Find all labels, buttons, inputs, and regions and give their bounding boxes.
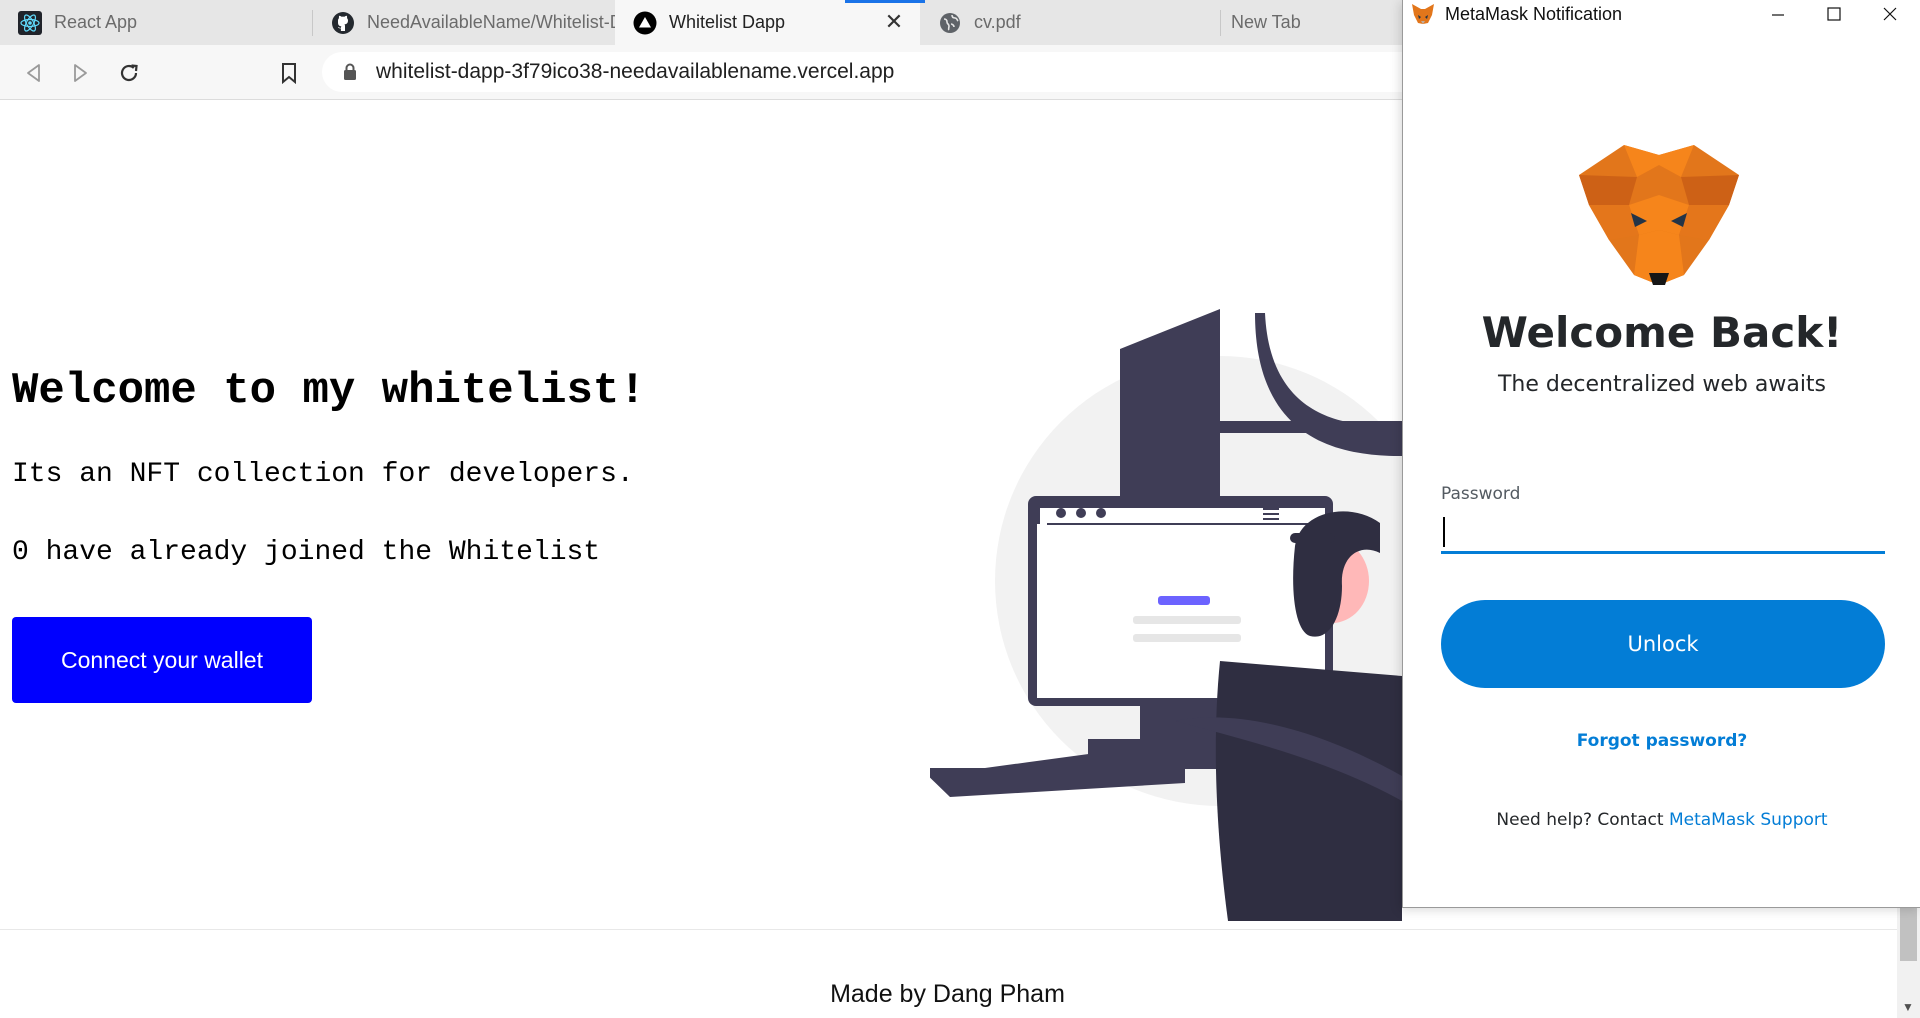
whitelist-count-text: 0 have already joined the Whitelist bbox=[12, 537, 601, 568]
metamask-subheading: The decentralized web awaits bbox=[1497, 372, 1827, 397]
footer-credit: Made by Dang Pham bbox=[830, 980, 1065, 1008]
metamask-support-link[interactable]: MetaMask Support bbox=[1669, 810, 1828, 830]
developer-illustration bbox=[930, 309, 1402, 921]
forgot-password-link[interactable]: Forgot password? bbox=[1403, 731, 1920, 751]
metamask-popup-window: MetaMask Notification Welcome Back! The … bbox=[1402, 0, 1920, 908]
bookmark-icon[interactable] bbox=[275, 59, 303, 87]
chrome-line bbox=[1047, 523, 1317, 525]
scrollbar-thumb[interactable] bbox=[1900, 905, 1917, 961]
menu-line bbox=[1263, 508, 1279, 510]
reload-icon[interactable] bbox=[115, 59, 143, 87]
close-window-icon[interactable] bbox=[1862, 0, 1918, 28]
minimize-icon[interactable] bbox=[1750, 0, 1806, 28]
unlock-button[interactable]: Unlock bbox=[1441, 600, 1885, 688]
text-cursor bbox=[1443, 517, 1445, 547]
screen-accent-bar bbox=[1158, 596, 1210, 605]
tab-new-tab[interactable]: New Tab bbox=[1221, 0, 1401, 45]
metamask-titlebar: MetaMask Notification bbox=[1403, 0, 1920, 28]
metamask-window-title: MetaMask Notification bbox=[1445, 3, 1623, 24]
window-dot bbox=[1076, 508, 1086, 518]
metamask-fox-small-icon bbox=[1411, 3, 1435, 25]
page-description: Its an NFT collection for developers. bbox=[12, 459, 634, 490]
address-bar[interactable]: whitelist-dapp-3f79ico38-needavailablena… bbox=[322, 52, 1422, 92]
window-dot bbox=[1096, 508, 1106, 518]
tab-react-app[interactable]: React App bbox=[0, 0, 312, 45]
lock-icon bbox=[340, 62, 360, 82]
back-icon[interactable] bbox=[20, 59, 48, 87]
scroll-down-arrow-icon[interactable]: ▼ bbox=[1902, 1000, 1914, 1014]
connect-wallet-button[interactable]: Connect your wallet bbox=[12, 617, 312, 703]
headphone-band bbox=[1290, 533, 1335, 543]
menu-line bbox=[1263, 518, 1279, 520]
tab-cv-pdf[interactable]: cv.pdf bbox=[920, 0, 1220, 45]
shelf-bar bbox=[1220, 421, 1402, 433]
screen-gray-line bbox=[1133, 634, 1241, 642]
screen-gray-line bbox=[1133, 616, 1241, 624]
menu-line bbox=[1263, 513, 1279, 515]
forward-icon[interactable] bbox=[66, 59, 94, 87]
tab-github[interactable]: NeedAvailableName/Whitelist-D bbox=[313, 0, 615, 45]
password-label: Password bbox=[1441, 484, 1521, 504]
person-body bbox=[1215, 661, 1402, 921]
tab-label: Whitelist Dapp bbox=[669, 12, 786, 32]
globe-icon bbox=[938, 11, 962, 35]
password-input[interactable] bbox=[1441, 514, 1885, 554]
tab-label: cv.pdf bbox=[974, 12, 1021, 32]
maximize-icon[interactable] bbox=[1806, 0, 1862, 28]
tab-label: React App bbox=[54, 12, 138, 32]
close-tab-icon[interactable]: ✕ bbox=[882, 10, 906, 34]
url-text: whitelist-dapp-3f79ico38-needavailablena… bbox=[376, 60, 895, 83]
help-prefix: Need help? Contact bbox=[1496, 810, 1664, 830]
vercel-triangle-icon bbox=[633, 11, 657, 35]
footer-divider bbox=[0, 929, 1900, 930]
window-dot bbox=[1056, 508, 1066, 518]
help-text: Need help? Contact MetaMask Support bbox=[1403, 810, 1920, 830]
react-icon bbox=[18, 10, 42, 35]
page-scrollbar[interactable]: ▼ bbox=[1897, 905, 1920, 1018]
tab-whitelist-dapp[interactable]: Whitelist Dapp ✕ bbox=[615, 0, 925, 45]
tab-label: NeedAvailableName/Whitelist-D bbox=[367, 12, 615, 32]
metamask-welcome-heading: Welcome Back! bbox=[1481, 308, 1843, 357]
tab-label: New Tab bbox=[1231, 12, 1301, 32]
page-title: Welcome to my whitelist! bbox=[12, 366, 646, 416]
metamask-fox-logo bbox=[1579, 145, 1739, 285]
github-icon bbox=[331, 11, 355, 35]
